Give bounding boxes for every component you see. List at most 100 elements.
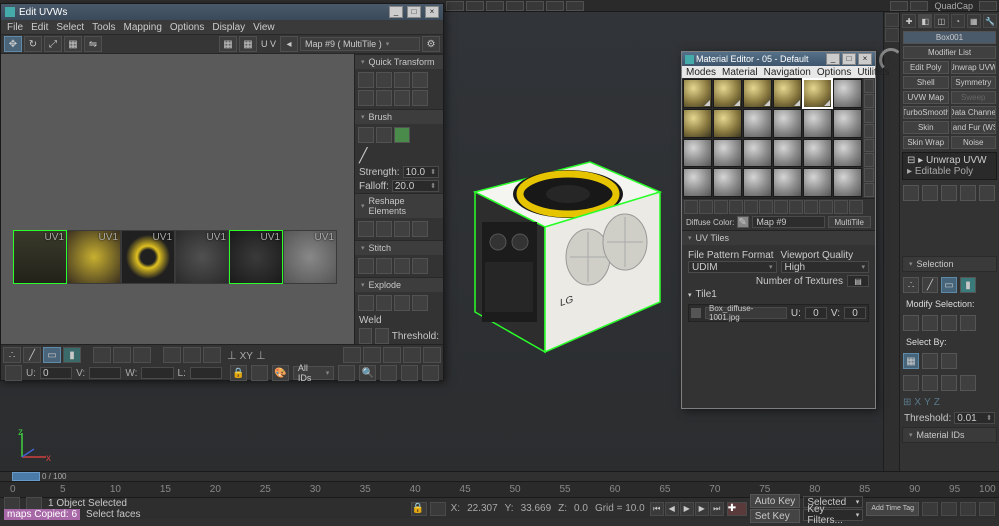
mat-tool[interactable] (684, 200, 698, 214)
mod-btn[interactable]: Noise (951, 136, 997, 149)
modsel-btn[interactable] (941, 315, 957, 331)
selby-btn[interactable] (960, 375, 976, 391)
material-slot[interactable] (683, 168, 712, 197)
v-field[interactable] (89, 367, 121, 379)
mod-btn[interactable]: Skin (903, 121, 949, 134)
sb-btn[interactable] (423, 347, 441, 363)
material-slot[interactable] (683, 79, 712, 108)
panel-tab-display[interactable]: ▦ (967, 14, 981, 28)
map-type-button[interactable]: MultiTile (828, 216, 871, 228)
mod-btn[interactable]: Skin Wrap (903, 136, 949, 149)
selby-btn[interactable]: ▦ (903, 353, 919, 369)
close-button[interactable]: × (425, 6, 439, 18)
explode-btn[interactable] (358, 295, 374, 311)
mat-tool[interactable] (804, 200, 818, 214)
sb-btn[interactable] (5, 365, 22, 381)
material-slot[interactable] (713, 168, 742, 197)
next-frame[interactable]: ▶ (695, 502, 709, 516)
reshape-btn[interactable] (358, 221, 374, 237)
key-filters[interactable]: Key Filters... (803, 509, 863, 521)
mod-btn[interactable]: Sweep (951, 91, 997, 104)
sb-btn[interactable]: ╱ (23, 347, 41, 363)
quality-dropdown[interactable]: High (781, 261, 870, 273)
sb-btn[interactable]: 🎨 (272, 365, 289, 381)
toolbar-btn[interactable] (526, 1, 544, 11)
toolbar-btn[interactable] (979, 1, 997, 11)
nav-btn[interactable] (941, 502, 957, 516)
material-slot[interactable] (803, 139, 832, 168)
sb-btn[interactable] (133, 347, 151, 363)
menu-options[interactable]: Options (170, 22, 204, 33)
material-slot[interactable] (713, 109, 742, 138)
selby-btn[interactable] (922, 353, 938, 369)
brush-btn[interactable] (394, 127, 410, 143)
stitch-btn[interactable] (358, 258, 374, 274)
mat-tool[interactable] (729, 200, 743, 214)
uvtiles-rollout[interactable]: UV Tiles (682, 231, 875, 245)
sb-btn[interactable] (93, 347, 111, 363)
uv-tile[interactable]: UV1 (283, 230, 337, 284)
maximize-button[interactable]: □ (407, 6, 421, 18)
material-slot[interactable] (773, 79, 802, 108)
menu-select[interactable]: Select (56, 22, 84, 33)
u-field[interactable]: 0 (40, 367, 72, 379)
stack-btn[interactable] (941, 185, 957, 201)
brush-btn[interactable] (358, 127, 374, 143)
threshold-spinner[interactable]: 0.01 (954, 412, 995, 424)
panel-tab-motion[interactable]: ◔ (951, 14, 965, 28)
reshape-btn[interactable] (394, 221, 410, 237)
sb-btn[interactable] (183, 347, 201, 363)
menu-options[interactable]: Options (817, 67, 851, 78)
rail-btn[interactable] (885, 28, 899, 42)
toolbar-btn[interactable] (546, 1, 564, 11)
toolbar-btn[interactable] (566, 1, 584, 11)
reshape-btn[interactable] (376, 221, 392, 237)
selby-btn[interactable] (922, 375, 938, 391)
mod-btn[interactable]: UVW Map (903, 91, 949, 104)
sb-btn[interactable] (401, 365, 418, 381)
timeline[interactable]: 0 / 100 05101520253035404550556065707580… (0, 471, 999, 497)
toolbar-btn[interactable] (486, 1, 504, 11)
qt-btn[interactable] (412, 72, 428, 88)
object-name-field[interactable]: Box001 (903, 31, 996, 44)
menu-edit[interactable]: Edit (31, 22, 48, 33)
material-slot[interactable] (833, 109, 862, 138)
nav-btn[interactable] (922, 502, 938, 516)
allids-dropdown[interactable]: All IDs (293, 366, 334, 380)
material-slot[interactable] (683, 109, 712, 138)
set-key-btn[interactable]: ✚ (727, 502, 747, 516)
uv-titlebar[interactable]: Edit UVWs _ □ × (1, 4, 443, 20)
uv-tile[interactable]: UV1 (229, 230, 283, 284)
side-btn[interactable] (864, 153, 874, 167)
panel-tab-create[interactable]: ✚ (902, 14, 916, 28)
sb-btn[interactable]: ▭ (43, 347, 61, 363)
play-button[interactable]: ▶ (680, 502, 694, 516)
mod-btn[interactable]: Edit Poly (903, 61, 949, 74)
weld-btn[interactable] (375, 328, 388, 344)
stitch-btn[interactable] (412, 258, 428, 274)
sb-btn[interactable] (343, 347, 361, 363)
time-slider[interactable] (12, 472, 40, 481)
uv-tile[interactable]: UV1 (13, 230, 67, 284)
numtex-btn[interactable]: ▤ (847, 275, 869, 287)
material-slot[interactable] (773, 109, 802, 138)
toolbar-btn[interactable] (446, 1, 464, 11)
stitch-btn[interactable] (394, 258, 410, 274)
mat-tool[interactable] (744, 200, 758, 214)
uv-axis-btn[interactable]: ◂ (280, 36, 298, 52)
menu-display[interactable]: Display (212, 22, 245, 33)
mat-tool[interactable] (699, 200, 713, 214)
brush-header[interactable]: Brush (355, 109, 443, 124)
reshape-header[interactable]: Reshape Elements (355, 193, 443, 218)
explode-header[interactable]: Explode (355, 277, 443, 292)
matids-rollout-header[interactable]: Material IDs (902, 427, 997, 443)
panel-tab-utils[interactable]: 🔧 (983, 14, 997, 28)
viewport-object[interactable]: LG (450, 152, 660, 372)
sb-btn[interactable]: ▮ (63, 347, 81, 363)
w-field[interactable] (141, 367, 173, 379)
brush-btn[interactable] (376, 127, 392, 143)
mat-tool[interactable] (834, 200, 848, 214)
rail-btn[interactable] (885, 13, 899, 27)
mod-btn[interactable]: Symmetry (951, 76, 997, 89)
sb-btn[interactable] (163, 347, 181, 363)
